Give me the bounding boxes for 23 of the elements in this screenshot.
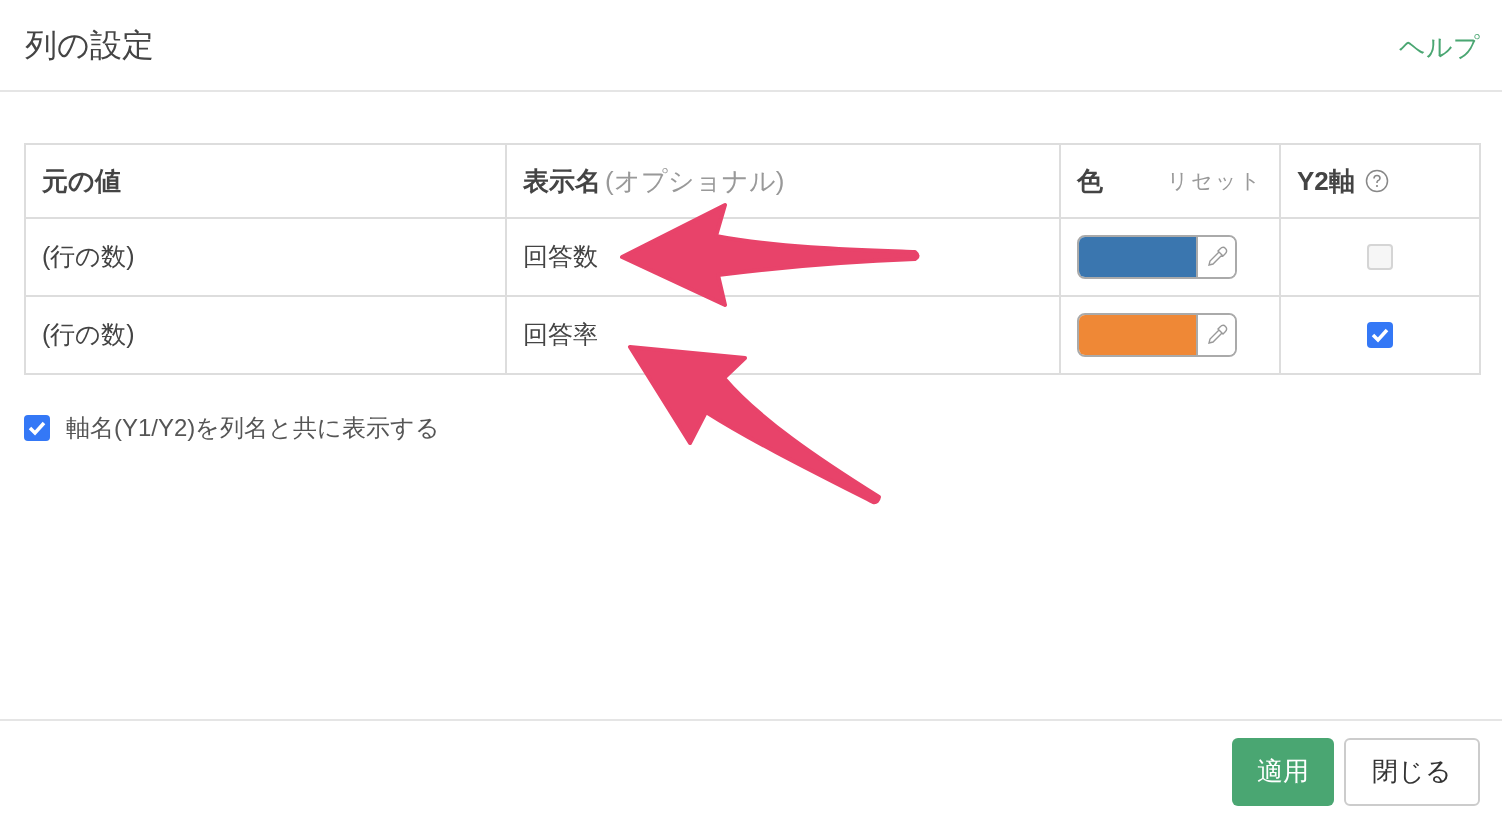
column-hint: (オプショナル) [605, 164, 785, 198]
dialog-button[interactable]: 閉じる [1344, 737, 1480, 806]
eyedropper-icon [1205, 324, 1228, 346]
table-cell: 回答数 [523, 242, 598, 271]
reset-link[interactable]: リセット [1167, 165, 1263, 197]
table-cell: 回答率 [523, 320, 598, 349]
table-cell: (行の数) [42, 242, 135, 271]
column-header: 色 [1077, 164, 1103, 198]
help-icon[interactable] [1364, 169, 1389, 193]
eyedropper-icon [1205, 246, 1228, 268]
column-header: 表示名 [523, 164, 601, 198]
color-picker[interactable] [1077, 235, 1237, 279]
checkbox-label: 軸名(Y1/Y2)を列名と共に表示する [66, 413, 441, 443]
dialog-button[interactable]: 適用 [1232, 737, 1334, 806]
table-cell: (行の数) [42, 320, 135, 349]
help-link[interactable]: ヘルプ [1399, 27, 1480, 67]
column-header: 元の値 [42, 164, 121, 198]
color-picker[interactable] [1077, 313, 1237, 357]
checkbox[interactable] [24, 415, 50, 441]
checkbox[interactable] [1367, 322, 1393, 348]
checkbox[interactable] [1367, 244, 1393, 270]
column-header: Y2軸 [1297, 164, 1355, 198]
dialog-title: 列の設定 [25, 26, 154, 65]
